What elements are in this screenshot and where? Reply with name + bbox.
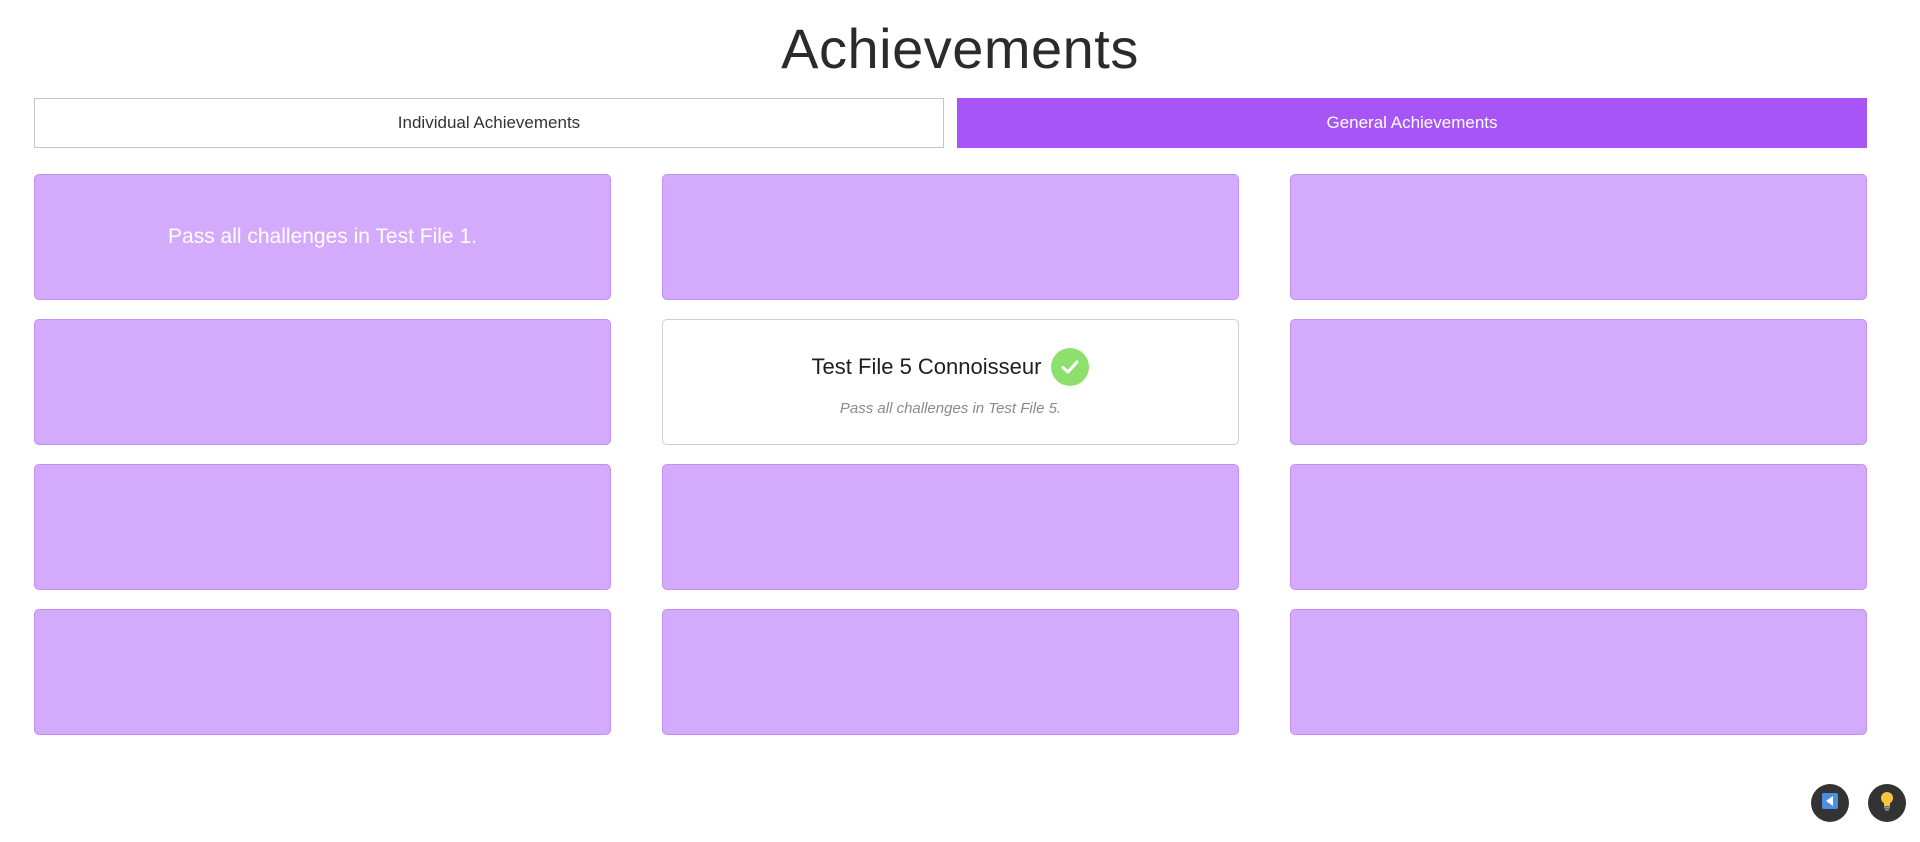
back-button[interactable] bbox=[1811, 784, 1849, 822]
achievement-card-locked[interactable] bbox=[34, 319, 611, 445]
achievements-page: Achievements Individual Achievements Gen… bbox=[0, 0, 1920, 842]
check-icon bbox=[1051, 347, 1090, 386]
hint-button[interactable] bbox=[1868, 784, 1906, 822]
achievement-card-locked[interactable] bbox=[34, 609, 611, 735]
page-title: Achievements bbox=[781, 17, 1139, 80]
achievement-card-unlocked[interactable]: Test File 5 Connoisseur Pass all challen… bbox=[662, 319, 1239, 445]
achievement-card-locked[interactable] bbox=[1290, 319, 1867, 445]
achievement-card-locked[interactable]: Pass all challenges in Test File 1. bbox=[34, 174, 611, 300]
tab-individual-achievements[interactable]: Individual Achievements bbox=[34, 98, 944, 148]
achievement-title: Test File 5 Connoisseur bbox=[811, 353, 1042, 379]
back-arrow-icon bbox=[1821, 792, 1839, 815]
achievement-title-row: Test File 5 Connoisseur bbox=[811, 347, 1090, 386]
achievement-card-locked[interactable] bbox=[662, 464, 1239, 590]
achievement-hint: Pass all challenges in Test File 1. bbox=[168, 225, 477, 248]
achievements-grid: Pass all challenges in Test File 1. Test… bbox=[34, 174, 1867, 735]
achievement-card-locked[interactable] bbox=[1290, 609, 1867, 735]
achievement-card-locked[interactable] bbox=[662, 609, 1239, 735]
tab-general-achievements[interactable]: General Achievements bbox=[957, 98, 1867, 148]
achievement-card-locked[interactable] bbox=[1290, 174, 1867, 300]
achievement-card-locked[interactable] bbox=[34, 464, 611, 590]
lightbulb-icon bbox=[1878, 791, 1896, 816]
achievement-card-locked[interactable] bbox=[1290, 464, 1867, 590]
achievement-tabs: Individual Achievements General Achievem… bbox=[34, 98, 1867, 148]
achievement-description: Pass all challenges in Test File 5. bbox=[839, 399, 1062, 417]
achievement-card-locked[interactable] bbox=[662, 174, 1239, 300]
